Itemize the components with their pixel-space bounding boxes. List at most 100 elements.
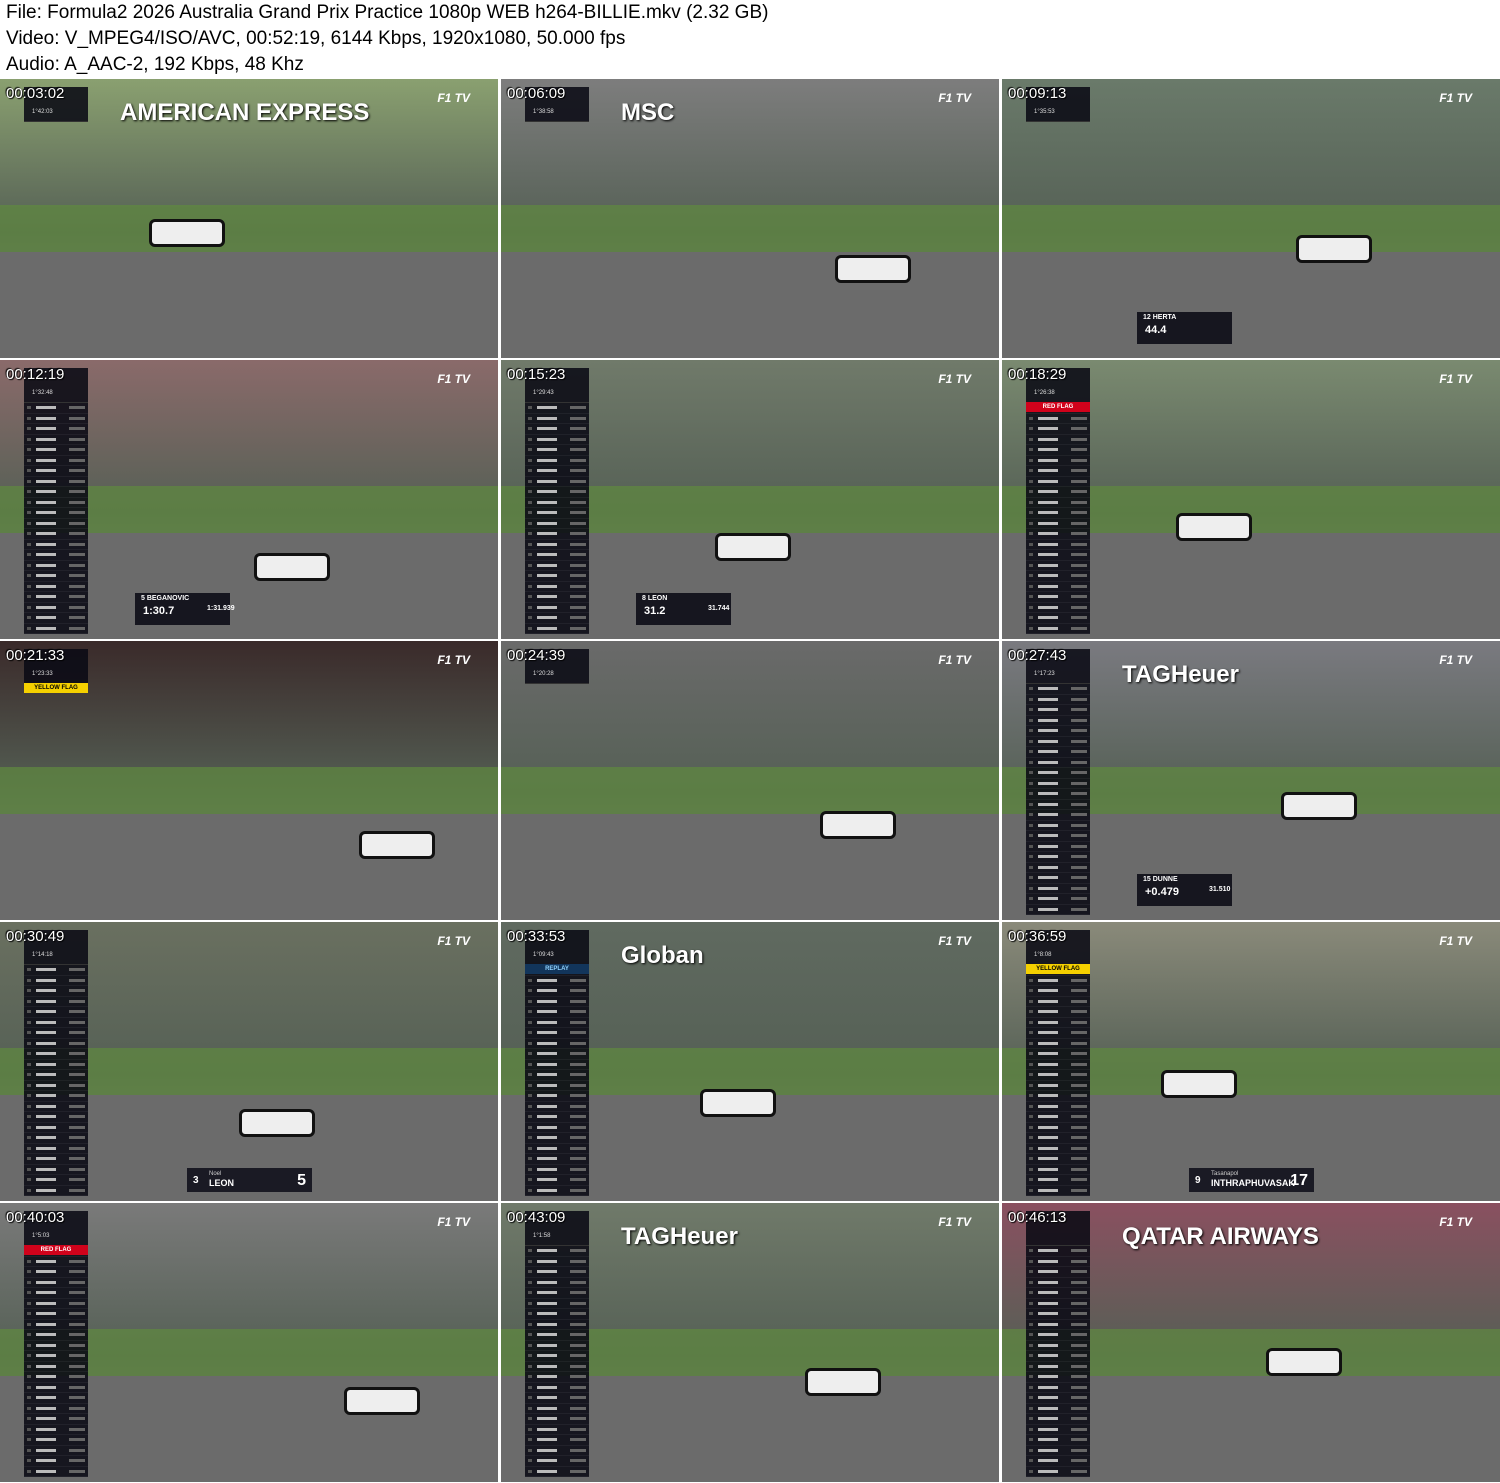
tower-row-gap <box>69 1136 85 1139</box>
tower-row <box>24 1446 88 1456</box>
tower-row <box>1026 1446 1090 1456</box>
tower-row <box>24 582 88 592</box>
tower-row-gap <box>69 448 85 451</box>
timestamp-label: 00:06:09 <box>507 85 566 102</box>
tower-row <box>24 1467 88 1477</box>
tower-row-gap <box>69 406 85 409</box>
tower-row <box>24 456 88 466</box>
tower-row <box>1026 1165 1090 1175</box>
f1-tv-logo: F1 TV <box>938 653 971 667</box>
tower-row-gap <box>69 1115 85 1118</box>
tower-row <box>1026 695 1090 705</box>
tower-row-gap <box>570 500 586 504</box>
tower-row-gap <box>1071 1167 1087 1171</box>
tower-row-gap <box>1071 1417 1087 1420</box>
race-car <box>834 254 911 283</box>
tower-row-gap <box>1071 1270 1087 1273</box>
tower-row-gap <box>1071 469 1087 472</box>
tower-row <box>24 1112 88 1123</box>
tower-row-gap <box>1071 1406 1087 1410</box>
tower-row-gap <box>1071 1073 1087 1076</box>
tower-row-gap <box>570 1280 586 1284</box>
tower-row <box>1026 603 1090 613</box>
race-car <box>700 1089 777 1118</box>
race-car <box>715 532 792 561</box>
tower-row <box>24 1393 88 1404</box>
tower-row-gap <box>570 1375 586 1378</box>
sponsor-banner: MSC <box>621 99 675 126</box>
tower-row <box>24 1060 88 1070</box>
reference-time: 31.510 <box>1209 886 1231 893</box>
tower-row <box>1026 894 1090 905</box>
tower-row-gap <box>1071 792 1087 795</box>
tower-row <box>525 1144 589 1154</box>
tower-row-gap <box>570 1010 586 1013</box>
sponsor-banner: QATAR AIRWAYS <box>1122 1223 1319 1250</box>
tower-row <box>1026 810 1090 821</box>
tower-row <box>1026 1081 1090 1091</box>
tower-row-gap <box>1071 1010 1087 1013</box>
tower-row <box>525 1007 589 1018</box>
tower-row-gap <box>1071 907 1087 911</box>
tower-row <box>525 414 589 424</box>
tower-row <box>1026 1414 1090 1425</box>
tower-row-gap <box>69 1125 85 1129</box>
tower-row-gap <box>69 521 85 525</box>
track-surface <box>0 813 498 920</box>
video-thumbnail: 00:30:49 F1 TV 1°14:18 3 Noel LEON 5 <box>0 922 498 1201</box>
tower-row <box>525 592 589 603</box>
tower-row <box>24 1372 88 1383</box>
tower-row <box>525 624 589 634</box>
session-timer: 1°38:58 <box>533 109 554 115</box>
tower-row-gap <box>69 626 85 630</box>
tower-row <box>24 1007 88 1018</box>
video-thumbnail: 00:21:33 F1 TV 1°23:33 YELLOW FLAG <box>0 641 498 920</box>
tower-row-gap <box>1071 1104 1087 1108</box>
tower-row <box>1026 1383 1090 1393</box>
tower-row <box>24 1456 88 1467</box>
tower-row-gap <box>570 1249 586 1252</box>
tower-row-gap <box>1071 1157 1087 1160</box>
tower-row <box>1026 1320 1090 1330</box>
tower-row <box>24 1330 88 1341</box>
tower-row-gap <box>570 1312 586 1315</box>
tower-row-gap <box>69 1167 85 1171</box>
tower-row <box>1026 1133 1090 1144</box>
tower-row <box>525 1257 589 1267</box>
tower-row <box>1026 1028 1090 1039</box>
tower-row-gap <box>570 563 586 567</box>
tower-row <box>1026 831 1090 842</box>
tower-row <box>24 1425 88 1435</box>
timestamp-label: 00:36:59 <box>1008 928 1067 945</box>
tower-row <box>1026 550 1090 561</box>
timestamp-label: 00:40:03 <box>6 1209 65 1226</box>
tower-row <box>1026 1060 1090 1070</box>
tower-row <box>1026 1278 1090 1288</box>
tower-row-gap <box>69 1375 85 1378</box>
tower-row-gap <box>1071 865 1087 869</box>
tower-row-gap <box>570 1354 586 1357</box>
tower-row-gap <box>1071 458 1087 462</box>
tower-row <box>525 1288 589 1299</box>
video-thumbnail: 00:40:03 F1 TV 1°5:03 RED FLAG <box>0 1203 498 1482</box>
tower-row <box>24 1070 88 1081</box>
tower-row <box>525 1102 589 1112</box>
race-car <box>1265 1348 1342 1377</box>
tower-row-gap <box>69 1146 85 1150</box>
tower-row <box>525 519 589 529</box>
tower-row <box>24 540 88 550</box>
tower-row-gap <box>570 584 586 588</box>
timestamp-label: 00:09:13 <box>1008 85 1067 102</box>
tower-row <box>24 1154 88 1165</box>
tower-row <box>525 529 589 540</box>
tower-row <box>1026 1404 1090 1414</box>
tower-row-gap <box>1071 897 1087 900</box>
tower-row-gap <box>1071 521 1087 525</box>
sponsor-banner: TAGHeuer <box>621 1223 738 1250</box>
tower-row-gap <box>1071 448 1087 451</box>
tower-row-gap <box>69 1073 85 1076</box>
session-timer: 1°5:03 <box>32 1233 50 1239</box>
f1-tv-logo: F1 TV <box>1439 934 1472 948</box>
tower-row <box>24 1123 88 1133</box>
tower-row <box>24 1039 88 1049</box>
